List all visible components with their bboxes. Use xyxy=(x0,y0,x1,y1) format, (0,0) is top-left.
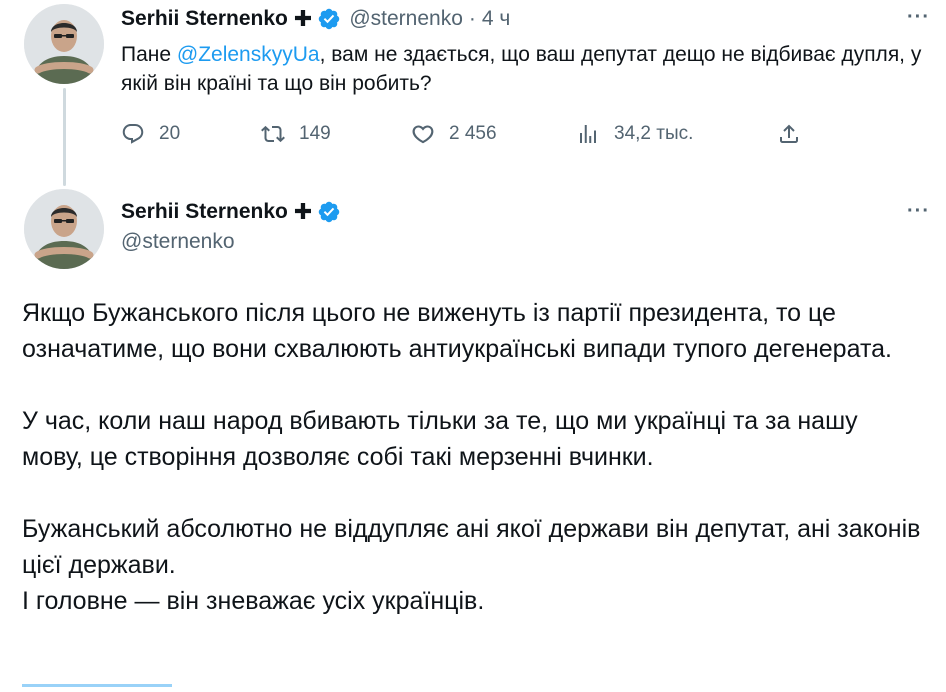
avatar[interactable] xyxy=(24,4,104,84)
reply-tweet-text: Пане @ZelenskyyUa, вам не здається, що в… xyxy=(121,40,926,98)
display-name[interactable]: Serhii Sternenko xyxy=(121,7,288,31)
separator-dot: · xyxy=(468,7,476,30)
action-bar: 20 149 2 456 34,2 тыс. xyxy=(121,122,811,154)
main-tweet-text: Якщо Бужанського після цього не виженуть… xyxy=(22,295,922,619)
timestamp[interactable]: 4 ч xyxy=(482,7,510,31)
reply-button[interactable]: 20 xyxy=(121,122,180,146)
like-icon xyxy=(412,125,434,144)
views-icon xyxy=(580,125,596,143)
paragraph: Бужанський абсолютно не віддупляє ані як… xyxy=(22,515,921,579)
more-icon[interactable]: ··· xyxy=(907,200,930,223)
views-button[interactable]: 34,2 тыс. xyxy=(576,122,693,146)
reply-count: 20 xyxy=(159,123,181,144)
handle[interactable]: @sternenko xyxy=(349,7,463,31)
more-icon[interactable]: ··· xyxy=(907,6,930,29)
paragraph: І головне — він зневажає усіх українців. xyxy=(22,587,485,615)
truncated-link[interactable] xyxy=(22,684,172,687)
avatar[interactable] xyxy=(24,189,104,269)
repost-count: 149 xyxy=(299,123,331,144)
verified-badge-icon[interactable] xyxy=(317,200,341,224)
like-button[interactable]: 2 456 xyxy=(411,122,497,146)
cross-emoji: ✚ xyxy=(293,6,313,31)
views-count: 34,2 тыс. xyxy=(614,123,694,144)
thread-line xyxy=(63,88,66,186)
like-count: 2 456 xyxy=(449,123,497,144)
reply-text-before: Пане xyxy=(121,43,177,66)
display-name[interactable]: Serhii Sternenko xyxy=(121,200,288,224)
share-icon xyxy=(780,124,798,143)
share-button[interactable] xyxy=(777,122,801,146)
repost-icon xyxy=(261,125,285,143)
verified-badge-icon[interactable] xyxy=(317,7,341,31)
main-header: Serhii Sternenko ✚ xyxy=(121,199,341,225)
reply-icon xyxy=(122,124,144,144)
reply-header: Serhii Sternenko ✚ @sternenko · 4 ч xyxy=(121,6,510,32)
repost-button[interactable]: 149 xyxy=(261,122,331,146)
cross-emoji: ✚ xyxy=(293,199,313,224)
mention-link[interactable]: @ZelenskyyUa xyxy=(177,43,320,66)
paragraph: У час, коли наш народ вбивають тільки за… xyxy=(22,407,858,471)
paragraph: Якщо Бужанського після цього не виженуть… xyxy=(22,299,892,363)
handle[interactable]: @sternenko xyxy=(121,230,235,254)
